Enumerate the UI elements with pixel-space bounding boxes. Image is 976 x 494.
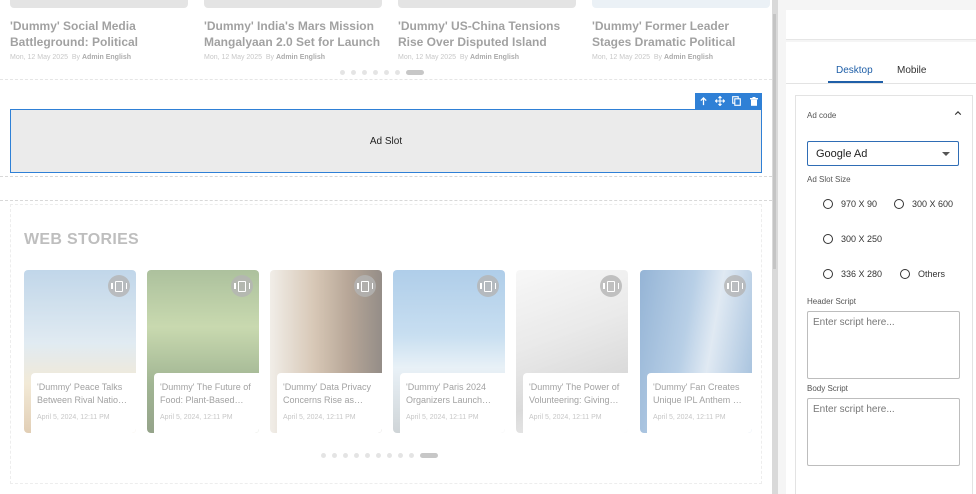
stories-carousel-dots[interactable]: [321, 453, 438, 458]
page-canvas: 'Dummy' Social Media Battleground: Polit…: [0, 0, 772, 494]
story-title: 'Dummy' The Power of Volunteering: Givin…: [529, 382, 620, 405]
news-card[interactable]: 'Dummy' India's Mars Mission Mangalyaan …: [204, 0, 382, 61]
news-meta: Mon, 12 May 2025 By Admin English: [592, 54, 713, 61]
news-meta: Mon, 12 May 2025 By Admin English: [10, 54, 131, 61]
copy-icon[interactable]: [730, 94, 744, 108]
panel-body: Desktop Mobile Ad code Google Ad Ad Slot…: [786, 42, 976, 494]
body-script-field[interactable]: Enter script here...: [807, 398, 960, 466]
arrow-up-icon[interactable]: [696, 94, 710, 108]
ad-slot-label: Ad Slot: [369, 135, 403, 147]
news-card[interactable]: 'Dummy' Former Leader Stages Dramatic Po…: [592, 0, 770, 61]
ad-slot-toolbar: [695, 93, 762, 109]
canvas-scrollbar[interactable]: [773, 14, 776, 269]
news-card[interactable]: 'Dummy' Social Media Battleground: Polit…: [10, 0, 188, 61]
ad-slot[interactable]: Ad Slot: [10, 109, 762, 173]
news-thumbnail: [592, 0, 770, 8]
story-title: 'Dummy' The Future of Food: Plant-Based…: [160, 382, 251, 405]
news-meta: Mon, 12 May 2025 By Admin English: [204, 54, 325, 61]
story-info: 'Dummy' Peace Talks Between Rival Natio……: [31, 373, 136, 433]
story-card[interactable]: 'Dummy' Data Privacy Concerns Rise as… A…: [270, 270, 382, 433]
caret-down-icon: [942, 152, 950, 156]
news-carousel-dots[interactable]: [340, 70, 424, 75]
stories-icon: [477, 275, 499, 297]
active-tab-indicator: [828, 81, 883, 83]
story-date: April 5, 2024, 12:11 PM: [160, 414, 233, 421]
ad-provider-select[interactable]: Google Ad: [807, 141, 959, 166]
news-title[interactable]: 'Dummy' India's Mars Mission Mangalyaan …: [204, 18, 382, 50]
stories-icon: [108, 275, 130, 297]
body-script-label: Body Script: [807, 384, 848, 393]
story-title: 'Dummy' Data Privacy Concerns Rise as…: [283, 382, 371, 405]
header-script-label: Header Script: [807, 297, 856, 306]
story-title: 'Dummy' Fan Creates Unique IPL Anthem …: [653, 382, 742, 405]
story-info: 'Dummy' The Future of Food: Plant-Based……: [154, 373, 259, 433]
news-title[interactable]: 'Dummy' Social Media Battleground: Polit…: [10, 18, 188, 50]
story-date: April 5, 2024, 12:11 PM: [283, 414, 356, 421]
size-option-300x600[interactable]: 300 X 600: [894, 199, 953, 209]
news-thumbnail: [398, 0, 576, 8]
news-card[interactable]: 'Dummy' US-China Tensions Rise Over Disp…: [398, 0, 576, 61]
stories-icon: [600, 275, 622, 297]
news-thumbnail: [204, 0, 382, 8]
tab-mobile[interactable]: Mobile: [897, 65, 926, 76]
story-date: April 5, 2024, 12:11 PM: [37, 414, 110, 421]
story-info: 'Dummy' Paris 2024 Organizers Launch… Ap…: [400, 373, 505, 433]
web-stories-title: WEB STORIES: [24, 231, 140, 248]
size-option-300x250[interactable]: 300 X 250: [823, 234, 882, 244]
news-thumbnail: [10, 0, 188, 8]
news-title[interactable]: 'Dummy' Former Leader Stages Dramatic Po…: [592, 18, 770, 50]
news-carousel: 'Dummy' Social Media Battleground: Polit…: [0, 0, 772, 80]
stories-icon: [724, 275, 746, 297]
story-date: April 5, 2024, 12:11 PM: [406, 414, 479, 421]
section-divider: [0, 200, 772, 201]
ad-provider-value: Google Ad: [816, 148, 868, 160]
settings-panel: Desktop Mobile Ad code Google Ad Ad Slot…: [778, 0, 976, 494]
story-title: 'Dummy' Paris 2024 Organizers Launch…: [406, 382, 492, 405]
web-stories-section: WEB STORIES 'Dummy' Peace Talks Between …: [10, 204, 762, 484]
ad-slot-size-label: Ad Slot Size: [807, 175, 851, 184]
story-info: 'Dummy' Data Privacy Concerns Rise as… A…: [277, 373, 382, 433]
section-divider: [0, 176, 772, 177]
story-info: 'Dummy' The Power of Volunteering: Givin…: [523, 373, 628, 433]
story-card[interactable]: 'Dummy' Peace Talks Between Rival Natio……: [24, 270, 136, 433]
story-card[interactable]: 'Dummy' Fan Creates Unique IPL Anthem … …: [640, 270, 752, 433]
size-option-336x280[interactable]: 336 X 280: [823, 269, 882, 279]
ad-code-section: Ad code Google Ad Ad Slot Size 970 X 90 …: [795, 95, 973, 494]
story-card[interactable]: 'Dummy' The Future of Food: Plant-Based……: [147, 270, 259, 433]
device-tabs: Desktop Mobile: [786, 58, 976, 84]
header-script-field[interactable]: Enter script here...: [807, 311, 960, 379]
ad-code-label: Ad code: [807, 111, 837, 120]
stories-icon: [354, 275, 376, 297]
tab-desktop[interactable]: Desktop: [836, 65, 873, 76]
move-icon[interactable]: [713, 94, 727, 108]
story-date: April 5, 2024, 12:11 PM: [529, 414, 602, 421]
size-option-others[interactable]: Others: [900, 269, 945, 279]
news-meta: Mon, 12 May 2025 By Admin English: [398, 54, 519, 61]
story-info: 'Dummy' Fan Creates Unique IPL Anthem … …: [647, 373, 752, 433]
story-card[interactable]: 'Dummy' The Power of Volunteering: Givin…: [516, 270, 628, 433]
trash-icon[interactable]: [747, 94, 761, 108]
size-option-970x90[interactable]: 970 X 90: [823, 199, 877, 209]
panel-header: [786, 10, 976, 40]
story-date: April 5, 2024, 12:11 PM: [653, 414, 726, 421]
story-card[interactable]: 'Dummy' Paris 2024 Organizers Launch… Ap…: [393, 270, 505, 433]
story-title: 'Dummy' Peace Talks Between Rival Natio…: [37, 382, 128, 405]
stories-icon: [231, 275, 253, 297]
chevron-up-icon[interactable]: [954, 109, 962, 117]
news-title[interactable]: 'Dummy' US-China Tensions Rise Over Disp…: [398, 18, 576, 50]
